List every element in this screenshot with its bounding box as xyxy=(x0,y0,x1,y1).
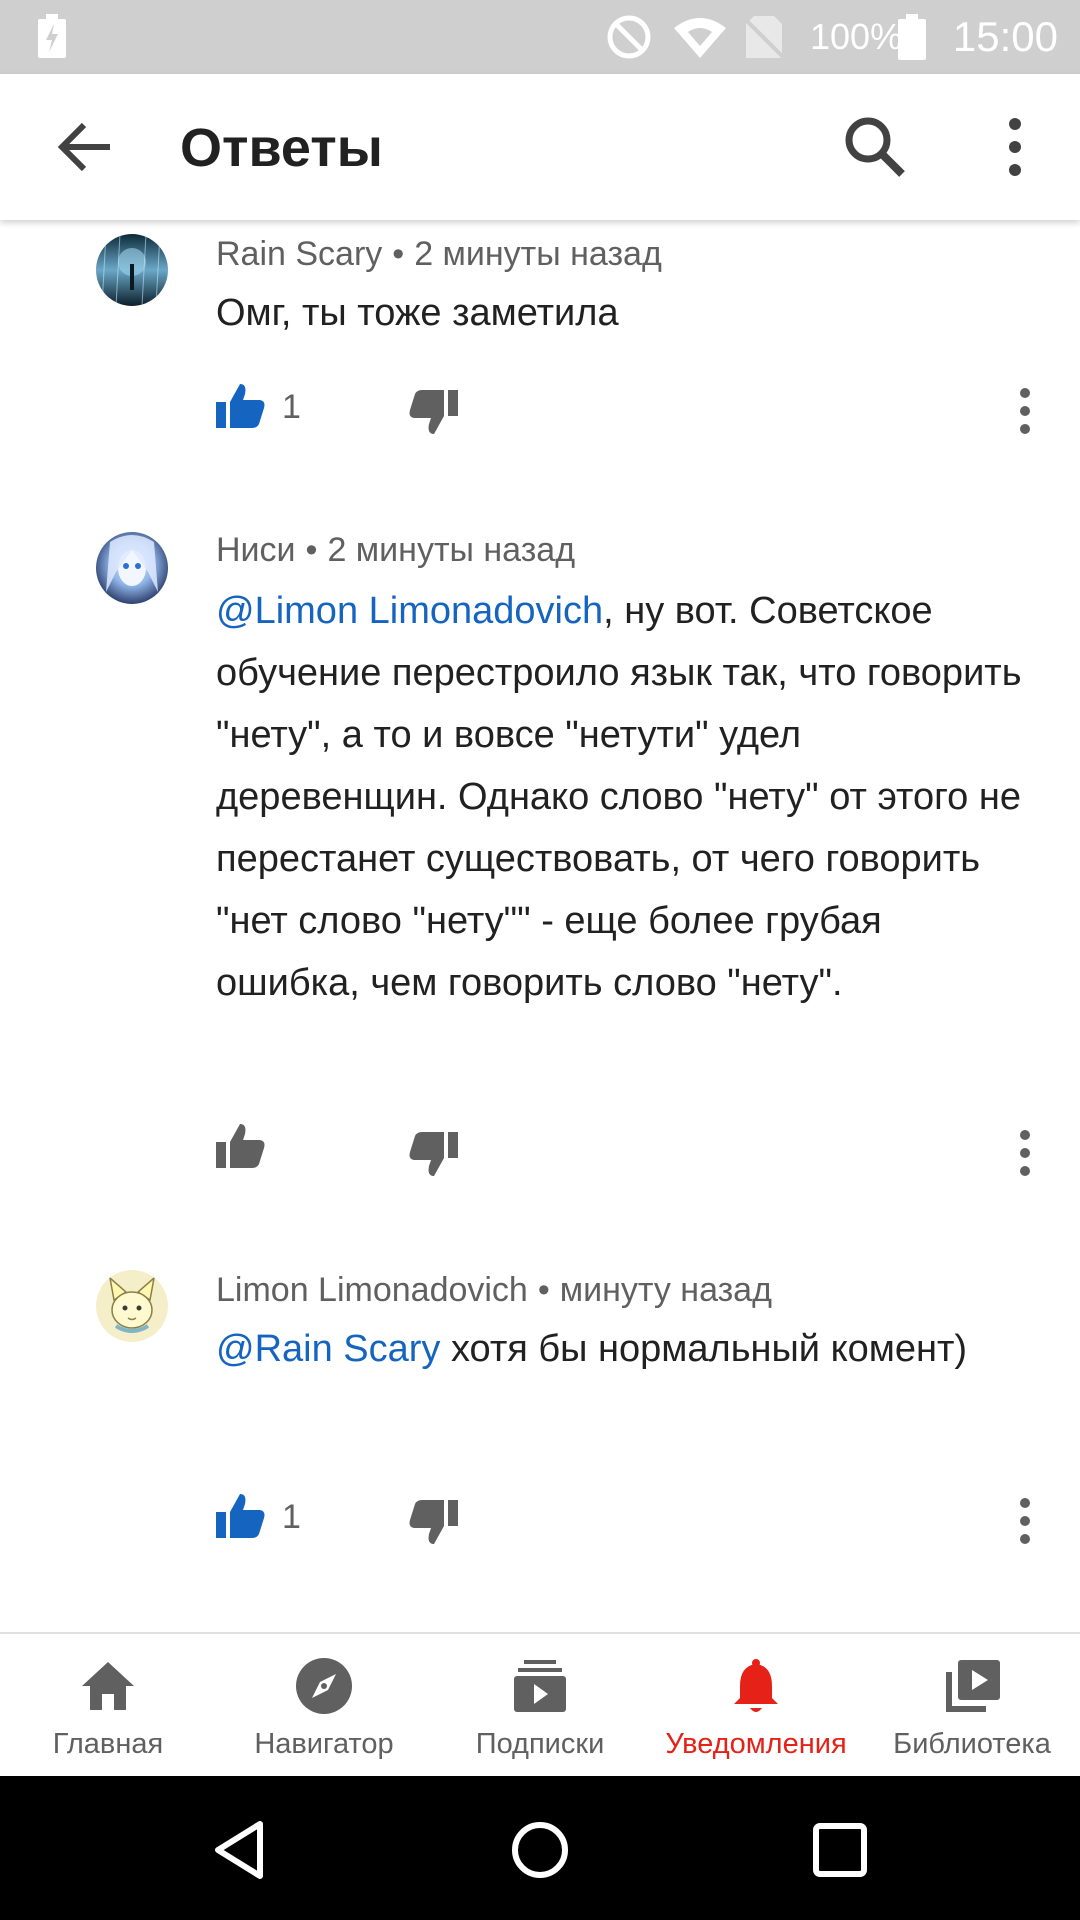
comment-body: хотя бы нормальный комент) xyxy=(440,1328,968,1370)
thumb-up-icon[interactable] xyxy=(214,1490,268,1544)
thumb-down-icon[interactable] xyxy=(406,1494,460,1548)
comment-time: 2 минуты назад xyxy=(414,235,662,273)
system-nav-bar xyxy=(0,1776,1080,1920)
comment-time: минуту назад xyxy=(559,1271,772,1309)
no-sim-icon xyxy=(744,16,784,60)
like-count: 1 xyxy=(282,388,301,426)
thumb-down-icon[interactable] xyxy=(406,1126,460,1180)
comment-author[interactable]: Limon Limonadovich xyxy=(216,1271,528,1309)
comment-item: Ниси • 2 минуты назад @Limon Limonadovich,… xyxy=(0,528,1080,1188)
more-vert-icon[interactable] xyxy=(1010,1494,1040,1548)
thumb-down-icon[interactable] xyxy=(406,384,460,438)
nav-item-explore[interactable]: Навигатор xyxy=(216,1634,432,1778)
comment-meta: Rain Scary • 2 минуты назад xyxy=(216,232,662,276)
like-count: 1 xyxy=(282,1498,301,1536)
nav-item-home[interactable]: Главная xyxy=(0,1634,216,1778)
wifi-icon xyxy=(674,18,726,58)
explore-icon xyxy=(296,1658,352,1714)
page-title: Ответы xyxy=(180,118,383,178)
recents-square-icon[interactable] xyxy=(808,1818,872,1882)
comment-meta: Ниси • 2 минуты назад xyxy=(216,528,575,572)
more-vert-icon[interactable] xyxy=(1010,1126,1040,1180)
comment-text: Омг, ты тоже заметила xyxy=(216,282,1036,344)
home-circle-icon[interactable] xyxy=(508,1818,572,1882)
nav-label: Уведомления xyxy=(665,1728,847,1760)
thumb-up-icon[interactable] xyxy=(214,1120,268,1174)
notifications-icon xyxy=(734,1659,778,1712)
nav-label: Подписки xyxy=(475,1728,605,1760)
thumb-up-icon[interactable] xyxy=(214,380,268,434)
avatar[interactable] xyxy=(96,532,168,604)
meta-separator: • xyxy=(537,1271,550,1309)
nav-label: Главная xyxy=(52,1728,164,1760)
comment-meta: Limon Limonadovich • минуту назад xyxy=(216,1268,772,1312)
comment-item: Limon Limonadovich • минуту назад @Rain Sc… xyxy=(0,1268,1080,1568)
comment-author[interactable]: Ниси xyxy=(216,531,296,569)
back-triangle-icon[interactable] xyxy=(208,1818,272,1882)
more-vert-icon[interactable] xyxy=(1010,384,1040,438)
bottom-nav: Главная Навигатор Подписки Уведомления Б… xyxy=(0,1632,1080,1778)
back-arrow-icon[interactable] xyxy=(40,117,130,177)
avatar[interactable] xyxy=(96,234,168,306)
comment-text: @Limon Limonadovich, ну вот. Советское о… xyxy=(216,580,1036,1014)
nav-item-subscriptions[interactable]: Подписки xyxy=(432,1634,648,1778)
app-bar: Ответы xyxy=(0,74,1080,220)
meta-separator: • xyxy=(392,235,405,273)
battery-percent: 100% xyxy=(810,16,903,57)
avatar[interactable] xyxy=(96,1270,168,1342)
battery-charging-icon xyxy=(38,14,66,58)
home-icon xyxy=(82,1662,134,1710)
comment-text: @Rain Scary хотя бы нормальный комент) xyxy=(216,1318,1036,1380)
nav-item-library[interactable]: Библиотека xyxy=(864,1634,1080,1778)
status-bar: 100% 15:00 xyxy=(0,0,1080,74)
search-icon[interactable] xyxy=(840,112,910,182)
comment-body: Омг, ты тоже заметила xyxy=(216,292,619,334)
subscriptions-icon xyxy=(514,1660,566,1712)
comment-item: Rain Scary • 2 минуты назад Омг, ты тоже з… xyxy=(0,232,1080,472)
nav-label: Библиотека xyxy=(893,1728,1051,1760)
comment-time: 2 минуты назад xyxy=(327,531,576,569)
meta-separator: • xyxy=(305,531,318,569)
clock: 15:00 xyxy=(952,13,1058,60)
battery-icon xyxy=(898,14,926,60)
comment-mention[interactable]: @Limon Limonadovich xyxy=(216,590,603,632)
comment-author[interactable]: Rain Scary xyxy=(216,235,382,273)
library-icon xyxy=(946,1660,1000,1712)
comment-body: , ну вот. Советское обучение перестроило… xyxy=(216,590,1022,1004)
nav-label: Навигатор xyxy=(254,1728,394,1760)
do-not-disturb-icon xyxy=(607,15,651,59)
nav-item-notifications[interactable]: Уведомления xyxy=(648,1634,864,1778)
comment-mention[interactable]: @Rain Scary xyxy=(216,1328,440,1370)
more-vert-icon[interactable] xyxy=(990,112,1040,182)
